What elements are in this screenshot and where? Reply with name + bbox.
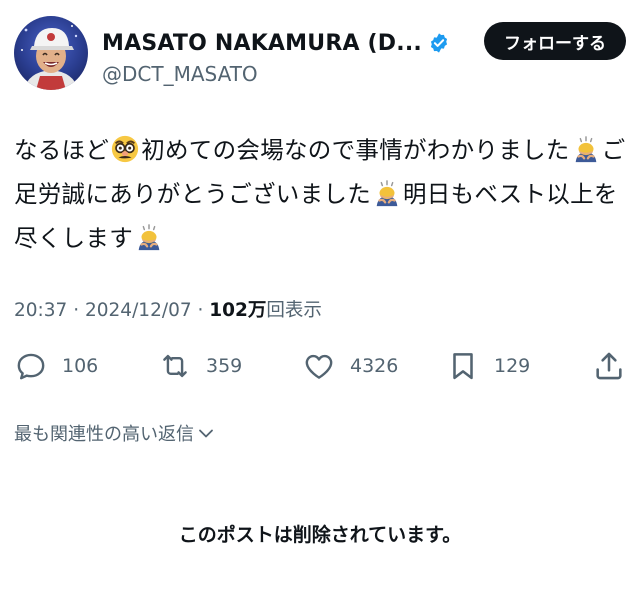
replies-sort-dropdown[interactable]: 最も関連性の高い返信: [14, 420, 216, 446]
person-bowing-emoji: [138, 224, 160, 251]
bookmark-button[interactable]: 129: [446, 346, 530, 386]
reply-button[interactable]: 106: [14, 346, 98, 386]
author-name-row: MASATO NAKAMURA (D...: [102, 28, 450, 58]
replies-sort-label: 最も関連性の高い返信: [14, 424, 194, 445]
like-count: 4326: [350, 355, 399, 377]
tweet-header: MASATO NAKAMURA (D... @DCT_MASATO フォローする: [14, 16, 626, 96]
reply-count: 106: [62, 355, 99, 377]
share-button[interactable]: [592, 346, 626, 386]
repost-icon: [163, 354, 187, 378]
tweet-meta: 20:37 · 2024/12/07 · 102万回表示: [14, 296, 322, 322]
like-button[interactable]: 4326: [302, 346, 398, 386]
author-handle[interactable]: @DCT_MASATO: [102, 62, 258, 86]
person-bowing-emoji: [376, 180, 398, 207]
views-count: 102万: [209, 300, 267, 321]
follow-button[interactable]: フォローする: [484, 22, 626, 60]
views-label: 回表示: [266, 300, 322, 321]
tweet-text: なるほど 初めての会場なので事情がわかりました ご足労誠にありがとうございました…: [14, 128, 626, 260]
bookmark-count: 129: [494, 355, 531, 377]
verified-badge-icon: [430, 33, 448, 53]
reply-icon: [17, 353, 45, 380]
person-bowing-emoji: [575, 136, 596, 163]
repost-count: 359: [206, 355, 243, 377]
chevron-down-icon: [199, 429, 213, 438]
meta-separator: ·: [67, 300, 85, 321]
avatar-photo: [14, 16, 88, 90]
deleted-post-notice: このポストは削除されています。: [178, 524, 462, 546]
tweet-actions: 106 359 4326 129: [14, 346, 626, 386]
share-icon: [596, 352, 622, 380]
repost-button[interactable]: 359: [158, 346, 242, 386]
avatar[interactable]: [14, 16, 88, 90]
tweet-text-segment: 初めての会場なので事情がわかりました: [141, 136, 570, 164]
meta-separator: ·: [191, 300, 210, 321]
tweet-date[interactable]: 2024/12/07: [85, 300, 192, 321]
heart-icon: [305, 354, 333, 379]
disguised-face-emoji: [112, 135, 139, 163]
tweet-time[interactable]: 20:37: [14, 300, 67, 321]
bookmark-icon: [453, 353, 473, 380]
author-display-name[interactable]: MASATO NAKAMURA (D...: [102, 31, 422, 56]
tweet-text-segment: なるほど: [14, 136, 110, 164]
